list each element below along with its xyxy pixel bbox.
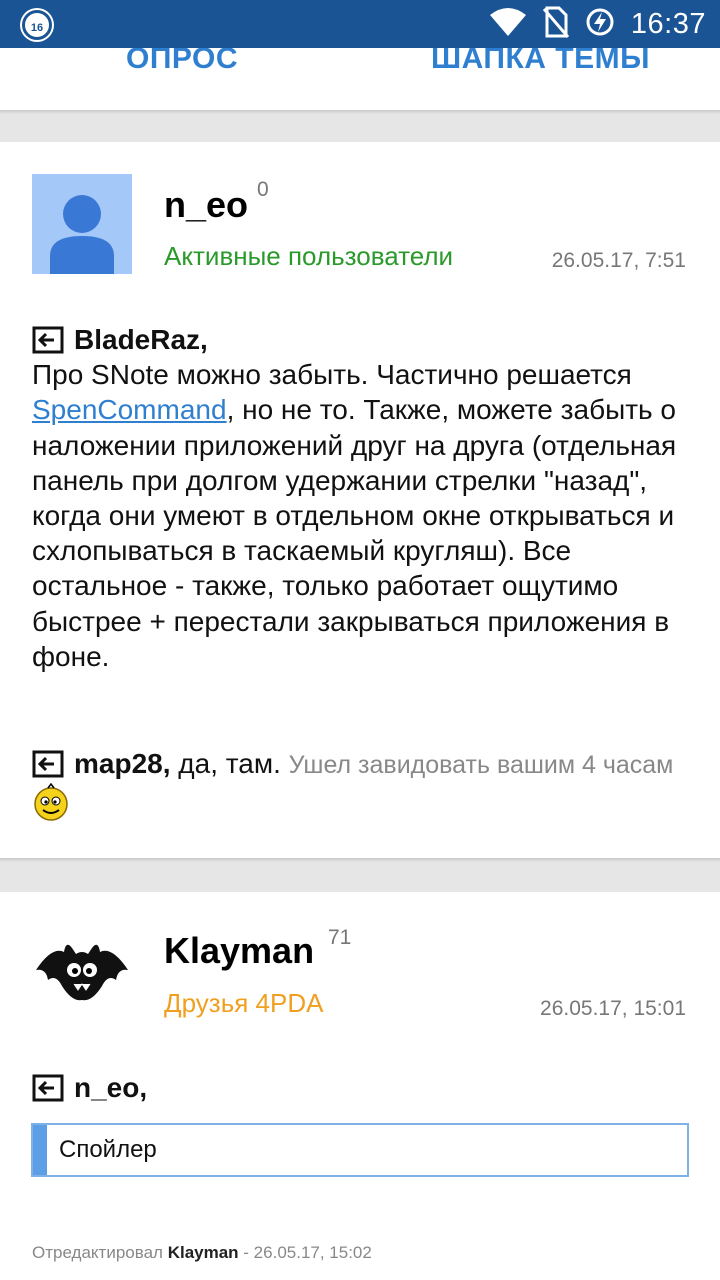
reply-recipient[interactable]: map28, (74, 748, 171, 779)
spencommand-link[interactable]: SpenCommand (32, 394, 227, 425)
avatar[interactable] (32, 174, 132, 274)
notification-badge: 16 (22, 10, 52, 40)
spoiler-label: Спойлер (59, 1136, 157, 1163)
post-divider (0, 110, 720, 142)
reply-recipient[interactable]: n_eo, (74, 1072, 147, 1103)
default-user-icon (50, 195, 114, 274)
post-body-reply-2: map28, да, там. Ушел завидовать вашим 4 … (32, 746, 692, 821)
post-small-text: Ушел завидовать вашим 4 часам (288, 751, 674, 779)
post-author[interactable]: n_eo (164, 184, 248, 226)
post-date: 26.05.17, 7:51 (551, 249, 686, 272)
post-body: BladeRaz, Про SNote можно забыть. Частич… (32, 322, 692, 674)
post-author[interactable]: Klayman (164, 930, 314, 972)
edited-by[interactable]: Klayman (168, 1243, 239, 1262)
post-text: Про SNote можно забыть. Частично решаетс… (32, 359, 632, 391)
post-text: да, там. (170, 748, 281, 779)
post-date: 26.05.17, 15:01 (540, 997, 686, 1020)
quote-reply-icon[interactable] (32, 750, 64, 778)
tab-topic-header[interactable]: ШАПКА ТЕМЫ (431, 48, 650, 76)
spoiler-accent (33, 1125, 47, 1175)
reply-recipient[interactable]: BladeRaz, (74, 324, 208, 355)
quote-reply-icon[interactable] (32, 326, 64, 354)
reputation-count[interactable]: 0 (257, 178, 269, 202)
topic-tabs: ОПРОС ШАПКА ТЕМЫ (0, 48, 720, 110)
wifi-icon (489, 7, 527, 42)
user-group: Друзья 4PDA (164, 988, 324, 1018)
status-bar: 16 16:37 (0, 0, 720, 48)
forum-post: n_eo 0 Активные пользователи 26.05.17, 7… (0, 142, 720, 858)
battery-charging-icon (585, 7, 615, 42)
quote-reply-icon[interactable] (32, 1074, 64, 1102)
post-text: , но не то. Также, можете забыть о налож… (32, 394, 677, 672)
no-sim-icon (542, 6, 570, 43)
clock: 16:37 (630, 7, 706, 40)
avatar[interactable] (32, 924, 132, 1024)
post-body: n_eo, (32, 1070, 692, 1105)
tab-poll[interactable]: ОПРОС (126, 48, 238, 76)
smiley-icon (34, 782, 68, 821)
spoiler-toggle[interactable]: Спойлер (31, 1123, 689, 1177)
forum-post: Klayman 71 Друзья 4PDA 26.05.17, 15:01 n… (0, 892, 720, 1280)
edited-prefix: Отредактировал (32, 1243, 163, 1262)
edited-note: Отредактировал Klayman - 26.05.17, 15:02 (32, 1243, 372, 1263)
post-divider (0, 858, 720, 892)
user-group: Активные пользователи (164, 241, 454, 271)
bat-avatar-icon (36, 944, 128, 1001)
edited-date: - 26.05.17, 15:02 (243, 1243, 372, 1262)
reputation-count[interactable]: 71 (328, 926, 351, 950)
